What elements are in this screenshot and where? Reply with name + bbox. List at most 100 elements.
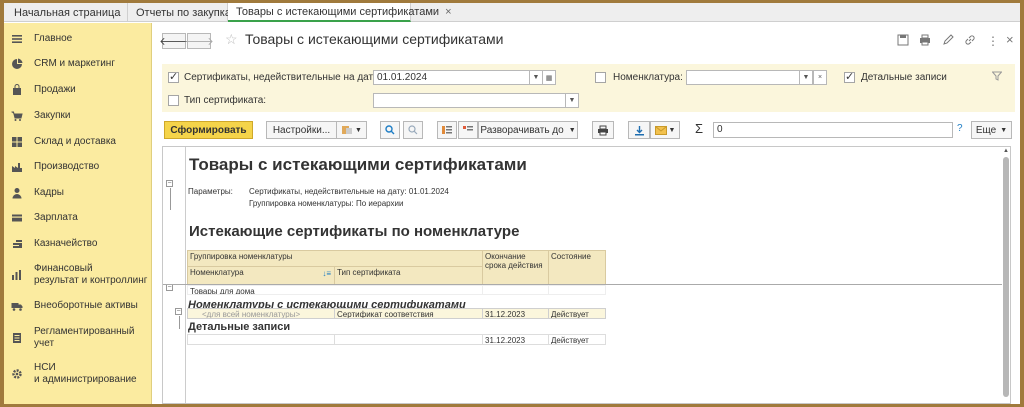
sidebar-item-label: Казначейство xyxy=(34,238,98,249)
header-status: Состояние xyxy=(548,250,606,285)
coins-icon xyxy=(13,240,22,248)
bar-chart-icon xyxy=(12,270,21,280)
sidebar-item-sales[interactable]: Продажи xyxy=(4,82,152,98)
sidebar-item-label: CRM и маркетинг xyxy=(34,58,115,69)
tab-expiring-certificates[interactable]: Товары с истекающими сертификатами × xyxy=(228,3,452,22)
table-cell: 31.12.2023 xyxy=(482,308,549,319)
sidebar-item-hr[interactable]: Кадры xyxy=(4,185,152,201)
chevron-down-icon[interactable]: ▼ xyxy=(565,93,579,108)
person-icon xyxy=(12,188,22,199)
forward-button[interactable]: 🡒 xyxy=(184,33,214,49)
nomenclature-checkbox[interactable] xyxy=(595,72,606,83)
report-document[interactable]: − Товары с истекающими сертификатами Пар… xyxy=(162,146,1011,404)
sidebar-item-label: Склад и доставка xyxy=(34,136,116,147)
chevron-down-icon: ▼ xyxy=(568,126,576,134)
certificates-date-checkbox[interactable] xyxy=(168,70,179,83)
main-panel: 🡐 🡒 ☆ Товары с истекающими сертификатами… xyxy=(153,23,1020,404)
sidebar-item-crm[interactable]: CRM и маркетинг xyxy=(4,56,152,72)
sidebar-item-label: Главное xyxy=(34,33,73,44)
find-button[interactable] xyxy=(380,121,400,139)
more-menu-icon[interactable]: ⋮ xyxy=(987,34,999,48)
scroll-up-icon[interactable]: ▲ xyxy=(1003,148,1009,154)
certificates-date-label: Сертификаты, недействительные на дату: xyxy=(184,72,381,83)
table-cell-empty xyxy=(334,334,483,345)
print-button[interactable] xyxy=(592,121,614,139)
sum-field[interactable]: 0 xyxy=(713,122,953,138)
sidebar-item-admin[interactable]: НСИ и администрирование xyxy=(4,361,152,387)
sidebar-item-main[interactable]: Главное xyxy=(4,31,152,47)
expand-icon xyxy=(463,126,473,131)
close-icon[interactable]: × xyxy=(445,6,451,18)
report-title: Товары с истекающими сертификатами xyxy=(189,155,527,174)
back-button[interactable]: 🡐 xyxy=(159,33,189,49)
generate-button[interactable]: Сформировать xyxy=(164,121,253,139)
find-next-button[interactable] xyxy=(403,121,423,139)
expand-to-dropdown[interactable]: Разворачивать до ▼ xyxy=(478,121,578,139)
group-levels-button[interactable] xyxy=(437,121,457,139)
tab-purchase-reports[interactable]: Отчеты по закупкам × xyxy=(128,3,251,22)
sidebar-item-purchases[interactable]: Закупки xyxy=(4,108,152,124)
sidebar-item-label: Кадры xyxy=(34,187,64,198)
certificate-type-field[interactable] xyxy=(373,93,566,108)
save-to-file-button[interactable] xyxy=(628,121,650,139)
sidebar-item-label: Регламентированный учет xyxy=(34,326,134,350)
sum-icon: Σ xyxy=(695,121,704,136)
filter-icon[interactable] xyxy=(992,71,1002,81)
menu-icon xyxy=(12,35,22,43)
link-icon[interactable] xyxy=(964,34,976,46)
print-icon xyxy=(598,125,608,135)
close-icon[interactable]: × xyxy=(1006,32,1014,47)
sidebar-item-production[interactable]: Производство xyxy=(4,159,152,175)
chevron-down-icon[interactable]: ▼ xyxy=(799,70,813,85)
sidebar-item-warehouse[interactable]: Склад и доставка xyxy=(4,134,152,150)
settings-button[interactable]: Настройки... xyxy=(266,121,337,139)
wallet-icon xyxy=(12,214,22,222)
send-email-dropdown[interactable]: ▼ xyxy=(650,121,680,139)
pie-chart-icon xyxy=(12,58,23,69)
sidebar-item-fixed-assets[interactable]: Внеоборотные активы xyxy=(4,298,152,314)
chevron-down-icon: ▼ xyxy=(1000,126,1008,134)
envelope-icon xyxy=(654,125,667,135)
detail-records-checkbox[interactable] xyxy=(844,70,855,83)
certificates-date-field[interactable]: 01.01.2024 xyxy=(373,70,530,85)
expand-button[interactable] xyxy=(458,121,478,139)
favorite-star-icon[interactable]: ☆ xyxy=(225,31,238,48)
clear-icon[interactable]: × xyxy=(813,70,827,85)
nomenclature-label: Номенклатура: xyxy=(613,72,683,83)
sidebar-item-regulated[interactable]: Регламентированный учет xyxy=(4,325,152,351)
header-certificate-type: Тип сертификата xyxy=(334,266,483,285)
sidebar-item-label: Продажи xyxy=(34,84,76,95)
edit-icon[interactable] xyxy=(942,34,954,46)
save-icon[interactable] xyxy=(897,34,909,46)
sidebar-item-finance[interactable]: Финансовый результат и контроллинг xyxy=(4,262,152,288)
collapse-icon[interactable]: − xyxy=(175,308,182,315)
collapse-icon[interactable]: − xyxy=(166,180,173,187)
vertical-scrollbar[interactable]: ▲ xyxy=(1002,147,1010,403)
chevron-down-icon: ▼ xyxy=(668,126,676,134)
chevron-down-icon[interactable]: ▼ xyxy=(529,70,543,85)
table-cell-empty xyxy=(482,285,549,295)
sidebar-item-line: НСИ xyxy=(34,362,56,373)
tab-home[interactable]: Начальная страница xyxy=(4,3,128,22)
search-next-icon xyxy=(408,125,418,135)
more-button[interactable]: Еще ▼ xyxy=(971,121,1012,139)
sidebar-item-salary[interactable]: Зарплата xyxy=(4,210,152,226)
help-icon[interactable]: ? xyxy=(957,123,963,134)
variants-dropdown[interactable]: ▼ xyxy=(336,121,367,139)
warehouse-icon xyxy=(12,137,22,147)
group-levels-icon xyxy=(442,126,452,134)
nomenclature-field[interactable] xyxy=(686,70,800,85)
table-cell: 31.12.2023 xyxy=(482,334,549,345)
header-nomenclature-label: Номенклатура xyxy=(190,268,244,277)
sidebar-item-treasury[interactable]: Казначейство xyxy=(4,236,152,252)
table-cell-empty xyxy=(187,334,335,345)
sort-icon[interactable]: ↓≡ xyxy=(322,269,331,278)
print-icon[interactable] xyxy=(919,34,931,46)
table-cell: Действует xyxy=(548,334,606,345)
sidebar-item-line: Финансовый xyxy=(34,263,93,274)
certificate-type-checkbox[interactable] xyxy=(168,95,179,106)
collapse-icon[interactable]: − xyxy=(166,284,173,291)
scrollbar-thumb[interactable] xyxy=(1003,157,1009,397)
calendar-icon[interactable]: ▦ xyxy=(542,70,556,85)
params-label: Параметры: xyxy=(188,187,233,196)
